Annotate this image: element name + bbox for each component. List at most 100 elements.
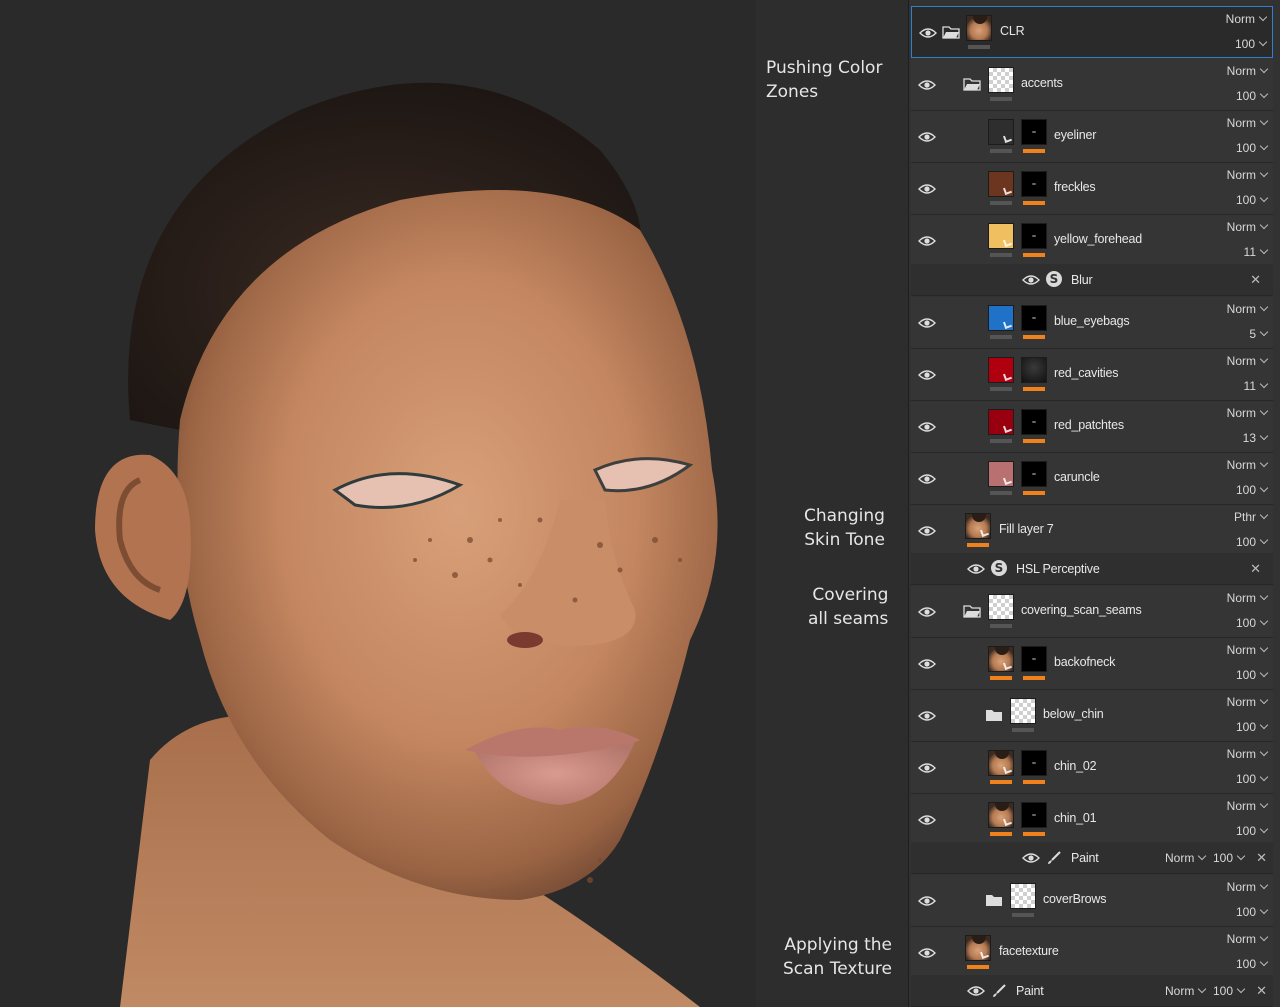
- layer-row-freckles[interactable]: freckles Norm 100: [911, 163, 1273, 215]
- opacity-field[interactable]: 100: [1236, 668, 1269, 682]
- blend-mode-select[interactable]: Norm: [1227, 406, 1269, 420]
- blend-mode-select[interactable]: Norm: [1165, 984, 1207, 998]
- folder-icon[interactable]: [985, 893, 1003, 907]
- blend-mode-select[interactable]: Norm: [1227, 354, 1269, 368]
- folder-open-icon[interactable]: [963, 77, 981, 91]
- opacity-field[interactable]: 100: [1236, 772, 1269, 786]
- mask-bar: [1023, 491, 1045, 495]
- opacity-field[interactable]: 100: [1213, 851, 1246, 865]
- eye-icon[interactable]: [918, 606, 936, 618]
- opacity-field[interactable]: 100: [1236, 483, 1269, 497]
- layer-bar: [990, 832, 1012, 836]
- mask-bar: [1023, 780, 1045, 784]
- eye-icon[interactable]: [1022, 852, 1040, 864]
- eye-icon[interactable]: [918, 895, 936, 907]
- close-icon[interactable]: ✕: [1256, 850, 1267, 866]
- blend-mode-select[interactable]: Pthr: [1234, 510, 1269, 524]
- layer-row-covering-scan-seams[interactable]: covering_scan_seams Norm 100: [911, 586, 1273, 638]
- blend-mode-select[interactable]: Norm: [1227, 116, 1269, 130]
- folder-open-icon[interactable]: [963, 604, 981, 618]
- layer-row-red-cavities[interactable]: red_cavities Norm 11: [911, 349, 1273, 401]
- paint-brush-icon: [1046, 850, 1062, 866]
- opacity-field[interactable]: 100: [1236, 89, 1269, 103]
- mask-thumbnail: [1021, 461, 1047, 487]
- eye-icon[interactable]: [918, 79, 936, 91]
- close-icon[interactable]: ✕: [1256, 983, 1267, 999]
- eye-icon[interactable]: [1022, 274, 1040, 286]
- layer-row-clr[interactable]: CLR Norm 100: [911, 6, 1273, 58]
- blend-mode-select[interactable]: Norm: [1227, 932, 1269, 946]
- opacity-field[interactable]: 100: [1213, 984, 1246, 998]
- eye-icon[interactable]: [918, 183, 936, 195]
- folder-open-icon[interactable]: [942, 25, 960, 39]
- layer-row-below-chin[interactable]: below_chin Norm 100: [911, 690, 1273, 742]
- layer-row-coverbrows[interactable]: coverBrows Norm 100: [911, 875, 1273, 927]
- eye-icon[interactable]: [919, 27, 937, 39]
- blend-mode-select[interactable]: Norm: [1227, 695, 1269, 709]
- opacity-field[interactable]: 100: [1236, 535, 1269, 549]
- opacity-field[interactable]: 13: [1243, 431, 1269, 445]
- layer-name: backofneck: [1054, 655, 1116, 669]
- folder-icon[interactable]: [985, 708, 1003, 722]
- opacity-field[interactable]: 100: [1236, 720, 1269, 734]
- opacity-field[interactable]: 100: [1236, 141, 1269, 155]
- opacity-field[interactable]: 100: [1236, 957, 1269, 971]
- blend-mode-select[interactable]: Norm: [1227, 799, 1269, 813]
- 3d-viewport[interactable]: [0, 0, 756, 1007]
- eye-icon[interactable]: [918, 131, 936, 143]
- eye-icon[interactable]: [918, 658, 936, 670]
- opacity-field[interactable]: 100: [1236, 824, 1269, 838]
- layer-row-backofneck[interactable]: backofneck Norm 100: [911, 638, 1273, 690]
- layer-row-yellow-forehead[interactable]: yellow_forehead Norm 11: [911, 215, 1273, 267]
- eye-icon[interactable]: [918, 525, 936, 537]
- eye-icon[interactable]: [918, 710, 936, 722]
- blend-mode-select[interactable]: Norm: [1227, 643, 1269, 657]
- blend-mode-select[interactable]: Norm: [1227, 168, 1269, 182]
- blend-mode-select[interactable]: Norm: [1165, 851, 1207, 865]
- close-icon[interactable]: ✕: [1250, 561, 1261, 577]
- layer-row-blue-eyebags[interactable]: blue_eyebags Norm 5: [911, 297, 1273, 349]
- blend-mode-select[interactable]: Norm: [1226, 12, 1268, 26]
- opacity-field[interactable]: 11: [1244, 245, 1269, 259]
- filter-row-hsl-perceptive[interactable]: S HSL Perceptive ✕: [911, 553, 1273, 585]
- eye-icon[interactable]: [918, 235, 936, 247]
- blend-mode-select[interactable]: Norm: [1227, 220, 1269, 234]
- blend-mode-select[interactable]: Norm: [1227, 591, 1269, 605]
- blend-mode-select[interactable]: Norm: [1227, 64, 1269, 78]
- layer-row-facetexture[interactable]: facetexture Norm 100: [911, 927, 1273, 979]
- layer-row-red-patchtes[interactable]: red_patchtes Norm 13: [911, 401, 1273, 453]
- filter-row-blur[interactable]: S Blur ✕: [911, 264, 1273, 296]
- blend-mode-select[interactable]: Norm: [1227, 880, 1269, 894]
- opacity-field[interactable]: 100: [1236, 193, 1269, 207]
- opacity-field[interactable]: 100: [1236, 905, 1269, 919]
- blend-mode-select[interactable]: Norm: [1227, 302, 1269, 316]
- eye-icon[interactable]: [967, 563, 985, 575]
- blend-mode-select[interactable]: Norm: [1227, 458, 1269, 472]
- close-icon[interactable]: ✕: [1250, 272, 1261, 288]
- annotation-pushing-color-zones: Pushing Color Zones: [766, 58, 883, 102]
- eye-icon[interactable]: [918, 317, 936, 329]
- effect-row-paint[interactable]: Paint Norm 100 ✕: [911, 975, 1273, 1007]
- annotation-changing-skin-tone: Changing Skin Tone: [804, 506, 885, 550]
- eye-icon[interactable]: [967, 985, 985, 997]
- opacity-field[interactable]: 11: [1244, 379, 1269, 393]
- opacity-field[interactable]: 100: [1235, 37, 1268, 51]
- layer-row-caruncle[interactable]: caruncle Norm 100: [911, 453, 1273, 505]
- layer-row-fill-layer-7[interactable]: Fill layer 7 Pthr 100: [911, 505, 1273, 557]
- layer-row-accents[interactable]: accents Norm 100: [911, 59, 1273, 111]
- eye-icon[interactable]: [918, 814, 936, 826]
- eye-icon[interactable]: [918, 947, 936, 959]
- layer-row-eyeliner[interactable]: eyeliner Norm 100: [911, 111, 1273, 163]
- blend-mode-select[interactable]: Norm: [1227, 747, 1269, 761]
- layer-row-chin-01[interactable]: chin_01 Norm 100: [911, 794, 1273, 846]
- layer-bar: [990, 149, 1012, 153]
- eye-icon[interactable]: [918, 762, 936, 774]
- opacity-field[interactable]: 100: [1236, 616, 1269, 630]
- effect-row-paint[interactable]: Paint Norm 100 ✕: [911, 842, 1273, 874]
- eye-icon[interactable]: [918, 369, 936, 381]
- eye-icon[interactable]: [918, 421, 936, 433]
- eye-icon[interactable]: [918, 473, 936, 485]
- opacity-field[interactable]: 5: [1249, 327, 1269, 341]
- layer-bar: [990, 97, 1012, 101]
- layer-row-chin-02[interactable]: chin_02 Norm 100: [911, 742, 1273, 794]
